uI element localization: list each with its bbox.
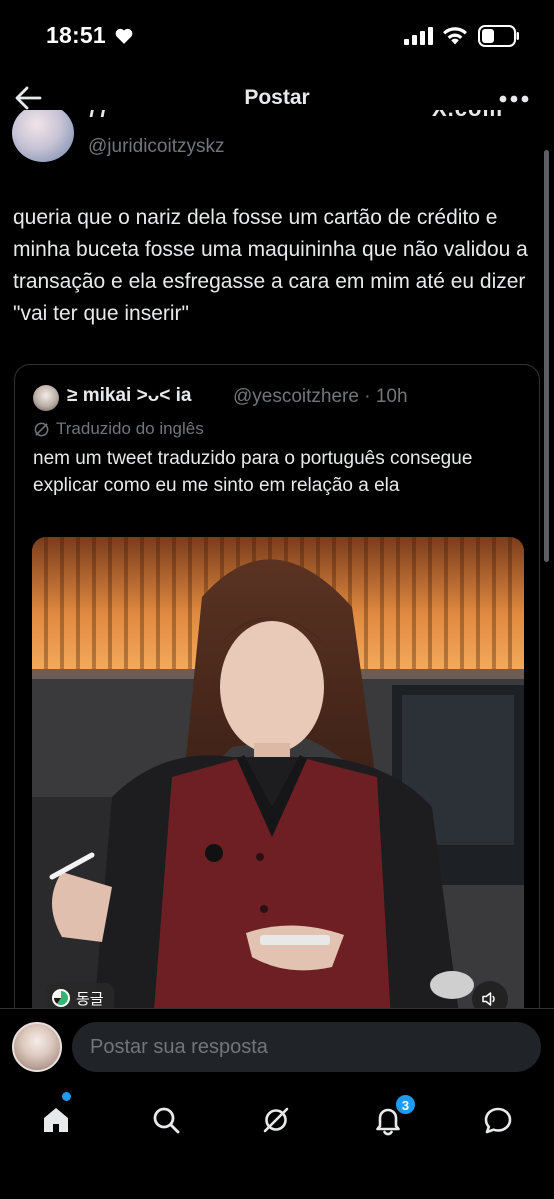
home-unread-dot bbox=[62, 1092, 71, 1101]
quoted-author-name: ≥ mikai >ᴗ< ia bbox=[67, 385, 192, 406]
author-handle[interactable]: @juridicoitzyskz bbox=[88, 136, 224, 158]
tab-grok[interactable] bbox=[254, 1098, 298, 1142]
wifi-icon bbox=[443, 27, 467, 45]
translate-icon bbox=[34, 422, 49, 436]
page-title: Postar bbox=[244, 86, 310, 109]
author-avatar[interactable] bbox=[12, 110, 74, 162]
quoted-author-avatar bbox=[33, 385, 59, 411]
cut-watermark-text: X.com bbox=[432, 110, 503, 122]
heart-icon bbox=[115, 28, 133, 44]
translated-label[interactable]: Traduzido do inglês bbox=[33, 419, 204, 439]
quoted-author-handle-time: @yescoitzhere · 10h bbox=[233, 386, 408, 407]
grok-icon bbox=[263, 1107, 289, 1133]
home-icon bbox=[44, 1108, 68, 1132]
tab-search[interactable] bbox=[144, 1098, 188, 1142]
messages-icon bbox=[484, 1107, 512, 1134]
quoted-media-video[interactable]: 동글 bbox=[32, 537, 524, 1010]
status-time: 18:51 bbox=[46, 22, 106, 48]
volume-button[interactable] bbox=[472, 981, 508, 1010]
tab-messages[interactable] bbox=[476, 1098, 520, 1142]
media-source-badge[interactable]: 동글 bbox=[46, 983, 114, 1010]
tab-home[interactable] bbox=[34, 1098, 78, 1142]
tweet-text: queria que o nariz dela fosse um cartão … bbox=[13, 206, 528, 325]
main-tweet: ƒƒ X.com @juridicoitzyskz queria que o n… bbox=[0, 110, 554, 1010]
quoted-tweet-text: nem um tweet traduzido para o português … bbox=[33, 448, 473, 496]
channel-logo-icon bbox=[52, 989, 70, 1007]
volume-icon bbox=[482, 992, 495, 1006]
signal-icon bbox=[404, 27, 433, 45]
video-frame-image bbox=[32, 537, 524, 1010]
bottom-tab-bar bbox=[0, 1084, 554, 1199]
battery-icon bbox=[478, 25, 519, 47]
translated-label-text: Traduzido do inglês bbox=[56, 419, 204, 438]
media-source-label: 동글 bbox=[76, 989, 104, 1008]
more-horizontal-icon[interactable] bbox=[499, 94, 529, 104]
current-user-avatar[interactable] bbox=[12, 1022, 62, 1072]
notification-count-badge: 3 bbox=[395, 1094, 416, 1115]
reply-bar bbox=[0, 1008, 554, 1084]
status-bar: 18:51 bbox=[0, 0, 554, 72]
scrollbar[interactable] bbox=[544, 150, 549, 562]
quoted-tweet-card[interactable]: ≥ mikai >ᴗ< ia @yescoitzhere · 10h Tradu… bbox=[14, 364, 540, 1010]
reply-input[interactable] bbox=[72, 1022, 541, 1072]
search-icon bbox=[153, 1107, 180, 1134]
author-name[interactable]: ƒƒ bbox=[88, 110, 110, 119]
